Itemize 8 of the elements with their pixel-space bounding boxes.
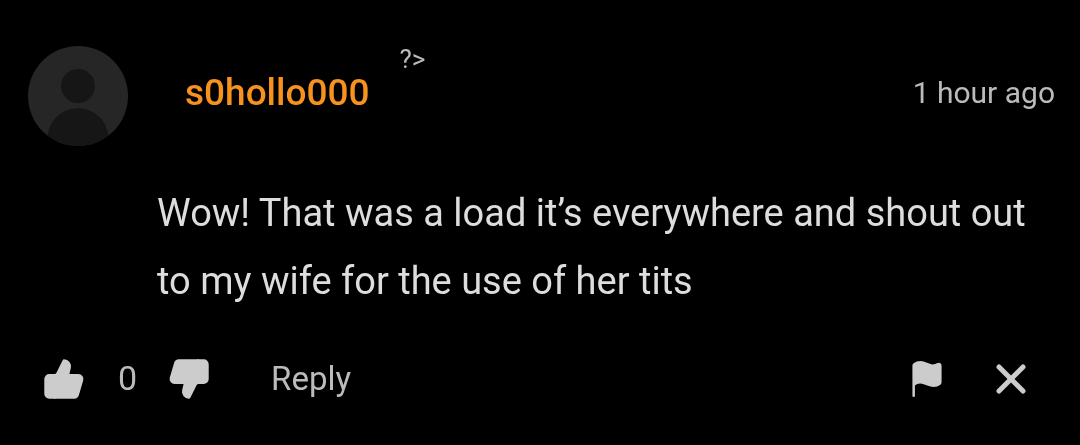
timestamp: 1 hour ago	[912, 78, 1055, 108]
comment-text: Wow! That was a load it’s everywhere and shout out to my wife for the use of her tits	[157, 190, 1027, 305]
username[interactable]: s0hollo000	[185, 74, 370, 111]
thumbs-up-icon[interactable]	[42, 356, 86, 401]
reply-button[interactable]: Reply	[271, 353, 352, 404]
vote-count: 0	[118, 357, 138, 400]
marker-text: ?>	[399, 46, 426, 72]
thumbs-down-icon[interactable]	[167, 356, 212, 401]
